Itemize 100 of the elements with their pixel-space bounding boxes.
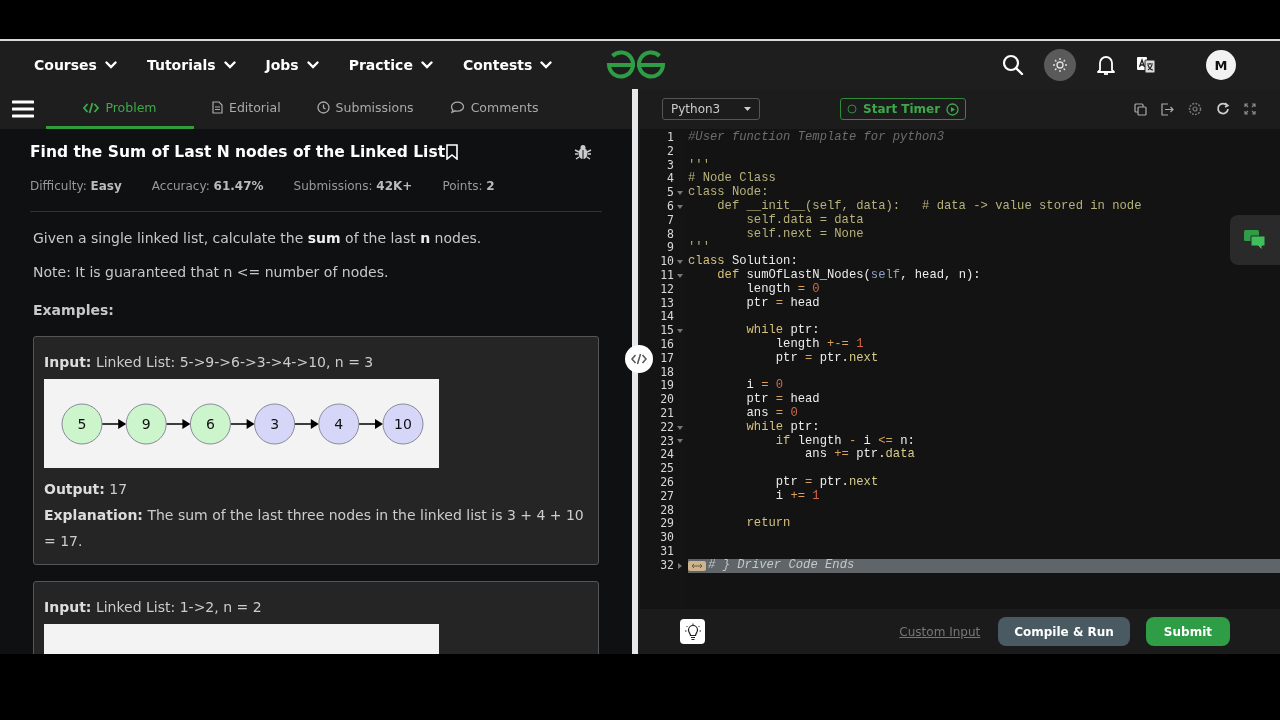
line-number: 21 bbox=[660, 406, 674, 421]
description-text: Given a single linked list, calculate the sum of the last n nodes. bbox=[33, 230, 483, 246]
line-number: 23 bbox=[660, 434, 674, 449]
export-icon[interactable] bbox=[1161, 102, 1174, 116]
input-text: Input: Linked List: 5->9->6->3->4->10, n = 3 bbox=[44, 353, 375, 372]
play-icon bbox=[946, 102, 960, 116]
line-number: 17 bbox=[660, 351, 674, 366]
line-number: 19 bbox=[660, 379, 674, 394]
nav-menu[interactable]: Jobs bbox=[265, 57, 319, 73]
fold-arrow-icon[interactable] bbox=[677, 260, 683, 265]
line-number: 10 bbox=[660, 255, 674, 269]
node-value: 5 bbox=[77, 416, 87, 432]
arrow bbox=[293, 419, 319, 429]
code-line: def __init__(self, data): # data -> value stored in node bbox=[716, 200, 1142, 214]
copy-icon[interactable] bbox=[1134, 102, 1147, 116]
theme-toggle[interactable] bbox=[1044, 49, 1076, 81]
arrow bbox=[229, 419, 255, 429]
code-line: # Node Class bbox=[688, 172, 776, 186]
logo-icon[interactable] bbox=[606, 50, 666, 80]
description-text: Note: It is guaranteed that n <= number of nodes. bbox=[33, 264, 390, 280]
explanation-text: Explanation: The sum of the last three nodes in the linked list is 3 + 4 + 10 = 17. bbox=[44, 506, 585, 551]
fullscreen-icon[interactable] bbox=[1244, 103, 1256, 115]
start-timer-button[interactable]: Start Timer bbox=[840, 98, 967, 120]
fold-arrow-icon[interactable] bbox=[677, 425, 683, 430]
problem-stat: Difficulty: Easy bbox=[30, 179, 122, 193]
node-value: 9 bbox=[141, 416, 151, 432]
fold-arrow-icon[interactable] bbox=[677, 329, 683, 334]
hint-button[interactable] bbox=[680, 619, 705, 644]
line-number: 14 bbox=[660, 310, 674, 325]
chat-button[interactable] bbox=[1230, 215, 1280, 265]
code-line: ptr = ptr.next bbox=[774, 351, 879, 366]
bell-icon[interactable] bbox=[1096, 54, 1116, 76]
search-icon[interactable] bbox=[1002, 54, 1024, 76]
code-line: length +-= 1 bbox=[774, 337, 864, 352]
custom-input-link[interactable]: Custom Input bbox=[893, 623, 987, 640]
code-line: def sumOfLastN_Nodes(self, head, n): bbox=[716, 268, 981, 283]
nav-menu[interactable]: Practice bbox=[348, 57, 433, 73]
output-text: Output: 17 bbox=[44, 480, 129, 499]
chevron-down-icon bbox=[104, 61, 117, 69]
line-number: 13 bbox=[660, 296, 674, 311]
line-number: 1 bbox=[667, 131, 674, 145]
line-number: 31 bbox=[660, 544, 674, 559]
line-number: 22 bbox=[660, 420, 674, 435]
code-icon bbox=[631, 353, 647, 365]
code-line: ''' bbox=[688, 158, 710, 172]
problem-tab[interactable]: Comments bbox=[431, 89, 557, 129]
bug-icon[interactable] bbox=[574, 143, 592, 161]
fold-arrow-icon[interactable] bbox=[677, 273, 683, 278]
nav-menu[interactable]: Tutorials bbox=[146, 57, 236, 73]
translate-icon[interactable] bbox=[1136, 55, 1156, 75]
code-line: #User function Template for python3 bbox=[688, 131, 944, 145]
code-line: ans = 0 bbox=[745, 406, 798, 421]
problem-tab[interactable]: Problem bbox=[46, 89, 194, 129]
examples-heading: Examples: bbox=[33, 302, 115, 318]
bookmark-icon[interactable] bbox=[445, 144, 460, 160]
chevron-down-icon bbox=[223, 61, 236, 69]
compile-run-button[interactable]: Compile & Run bbox=[998, 617, 1130, 646]
arrow bbox=[358, 419, 383, 429]
chat-icon bbox=[1243, 229, 1267, 251]
settings-icon[interactable] bbox=[1188, 102, 1202, 116]
fold-arrow-icon[interactable] bbox=[677, 204, 683, 209]
line-number: 25 bbox=[660, 462, 674, 476]
code-line: # } Driver Code Ends bbox=[708, 558, 855, 573]
code-icon bbox=[83, 101, 100, 114]
code-line: while ptr: bbox=[745, 324, 820, 338]
fold-arrow-icon[interactable] bbox=[678, 562, 682, 569]
code-line: ans += ptr.data bbox=[804, 448, 915, 463]
line-number: 30 bbox=[660, 531, 674, 545]
nav-menu[interactable]: Courses bbox=[34, 57, 117, 73]
fold-arrow-icon[interactable] bbox=[677, 439, 683, 444]
reset-icon[interactable] bbox=[1216, 102, 1230, 116]
code-line: return bbox=[745, 517, 791, 532]
chevron-down-icon bbox=[420, 61, 433, 69]
nav-menu[interactable]: Contests bbox=[462, 57, 553, 73]
line-number: 2 bbox=[667, 144, 674, 159]
user-avatar[interactable]: M bbox=[1206, 50, 1236, 80]
line-number: 29 bbox=[660, 517, 674, 532]
line-number: 18 bbox=[660, 365, 674, 380]
code-line: ptr = ptr.next bbox=[774, 475, 879, 490]
chevron-down-icon bbox=[540, 61, 553, 69]
line-number: 32 bbox=[660, 558, 674, 573]
folded-code-marker-icon[interactable] bbox=[688, 560, 706, 571]
line-number: 28 bbox=[660, 503, 674, 518]
problem-stat: Accuracy: 61.47% bbox=[151, 179, 264, 193]
speech-bubble-icon bbox=[449, 101, 465, 114]
line-number: 3 bbox=[667, 158, 674, 173]
language-select[interactable]: Python3 bbox=[662, 98, 760, 120]
problem-tab[interactable]: Editorial bbox=[194, 89, 299, 129]
fold-arrow-icon[interactable] bbox=[677, 191, 683, 196]
sun-icon bbox=[1052, 57, 1068, 73]
line-number: 4 bbox=[667, 172, 674, 187]
line-number: 6 bbox=[667, 200, 674, 214]
line-number: 5 bbox=[667, 186, 674, 200]
menu-icon[interactable] bbox=[12, 100, 34, 118]
caret-icon bbox=[744, 107, 751, 111]
code-line: ptr = head bbox=[745, 296, 820, 311]
problem-tab[interactable]: Submissions bbox=[298, 89, 432, 129]
code-line: ''' bbox=[688, 241, 710, 255]
line-number: 7 bbox=[667, 213, 674, 228]
problem-title: Find the Sum of Last N nodes of the Linked List bbox=[30, 143, 446, 161]
